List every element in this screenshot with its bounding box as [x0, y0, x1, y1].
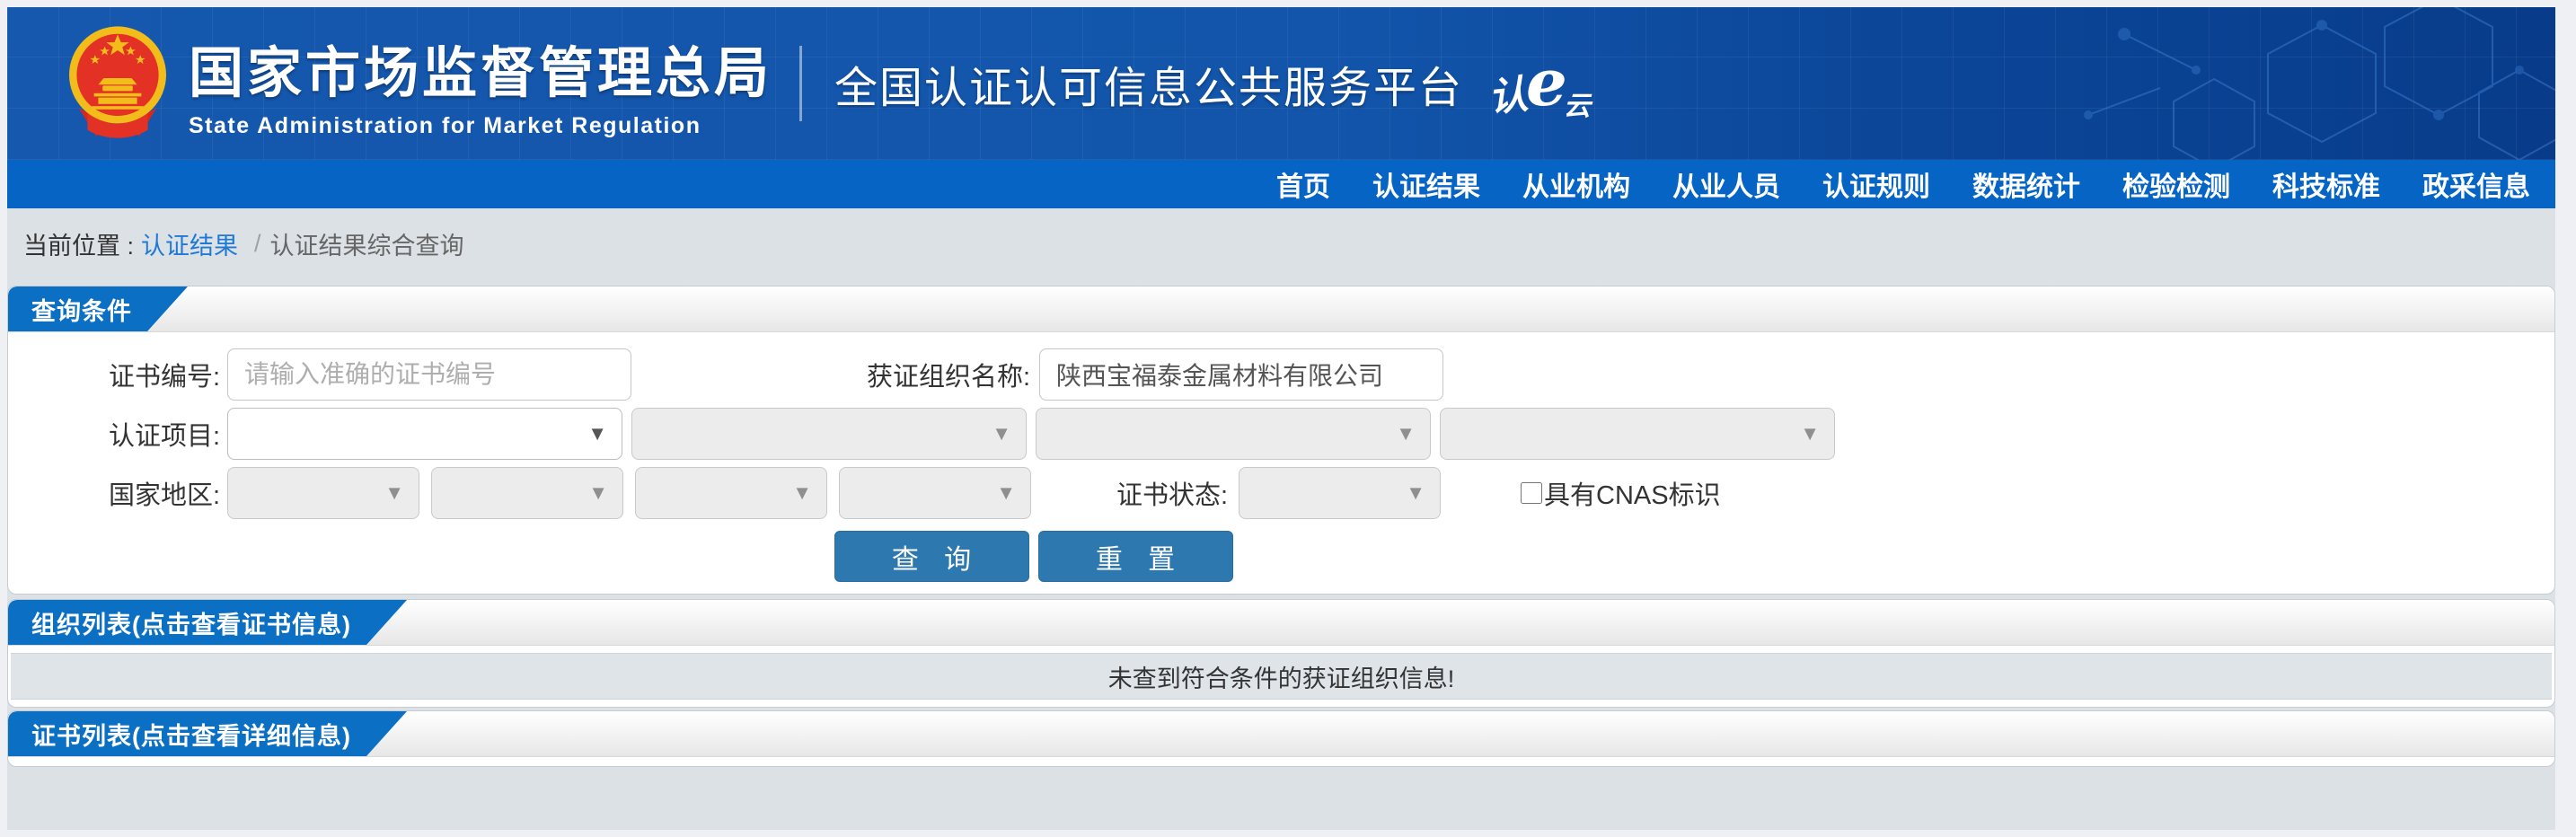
country-select-1: ▼ [227, 467, 419, 519]
hexagon-pattern-decoration [2084, 7, 2555, 160]
top-nav: 首页 认证结果 从业机构 从业人员 认证规则 数据统计 检验检测 科技标准 政采… [7, 160, 2555, 208]
nav-item-cert-results[interactable]: 认证结果 [1372, 164, 1480, 204]
site-header: 国家市场监督管理总局 State Administration for Mark… [7, 7, 2555, 160]
chevron-down-icon: ▼ [1406, 481, 1425, 504]
form-row-1: 证书编号: 获证组织名称: [8, 348, 2554, 401]
cert-project-select-3: ▼ [1036, 408, 1431, 460]
org-name-input[interactable] [1039, 348, 1443, 401]
form-button-row: 查 询 重 置 [227, 531, 1839, 582]
organization-list-panel: 组织列表(点击查看证书信息) 未查到符合条件的获证组织信息! [7, 599, 2555, 708]
query-form: 证书编号: 获证组织名称: 认证项目: ▼ ▼ ▼ ▼ 国家地区: ▼ ▼ ▼ [8, 332, 2554, 594]
main-content: 当前位置 : 认证结果 / 认证结果综合查询 查询条件 证书编号: 获证组织名称… [7, 208, 2555, 830]
org-panel-body: 未查到符合条件的获证组织信息! [8, 646, 2554, 707]
organization-list-tab: 组织列表(点击查看证书信息) [8, 600, 407, 645]
cert-status-label: 证书状态: [1116, 481, 1228, 510]
cert-panel-header: 证书列表(点击查看详细信息) [8, 711, 2554, 757]
reset-button[interactable]: 重 置 [1037, 531, 1233, 582]
breadcrumb-current: 认证结果综合查询 [269, 232, 464, 260]
platform-title: 全国认证认可信息公共服务平台 [834, 65, 1464, 112]
chevron-down-icon: ▼ [996, 481, 1016, 504]
chevron-down-icon: ▼ [587, 422, 607, 445]
nav-item-agencies[interactable]: 从业机构 [1522, 164, 1630, 204]
nav-item-home[interactable]: 首页 [1276, 164, 1330, 204]
chevron-down-icon: ▼ [588, 481, 608, 504]
ren-e-yun-logo: 认 e 云 [1486, 44, 1591, 121]
chevron-down-icon: ▼ [792, 481, 812, 504]
breadcrumb-prefix: 当前位置 : [23, 232, 135, 260]
nav-item-personnel[interactable]: 从业人员 [1672, 164, 1780, 204]
certificate-list-panel: 证书列表(点击查看详细信息) [7, 710, 2555, 767]
nav-item-procurement[interactable]: 政采信息 [2422, 164, 2530, 204]
breadcrumb-link-cert-results[interactable]: 认证结果 [141, 226, 238, 261]
brand-text: 国家市场监督管理总局 State Administration for Mark… [189, 28, 772, 139]
chevron-down-icon: ▼ [1800, 422, 1820, 445]
country-select-4: ▼ [839, 467, 1031, 519]
org-name-en: State Administration for Market Regulati… [189, 113, 701, 138]
nav-item-cert-rules[interactable]: 认证规则 [1822, 164, 1930, 204]
query-conditions-tab: 查询条件 [8, 286, 188, 331]
page: 国家市场监督管理总局 State Administration for Mark… [7, 7, 2555, 830]
logo-e: e [1526, 44, 1567, 120]
chevron-down-icon: ▼ [992, 422, 1011, 445]
breadcrumb-separator: / [254, 229, 261, 257]
country-region-label: 国家地区: [108, 481, 220, 510]
org-name-cn: 国家市场监督管理总局 [189, 42, 773, 103]
cert-panel-body [8, 757, 2554, 766]
nav-item-inspection[interactable]: 检验检测 [2122, 164, 2230, 204]
cnas-checkbox-label[interactable]: 具有CNAS标识 [1544, 474, 1721, 512]
logo-yun: 云 [1563, 92, 1591, 121]
logo-ren: 认 [1486, 72, 1531, 121]
nav-item-tech-standards[interactable]: 科技标准 [2272, 164, 2380, 204]
nav-item-statistics[interactable]: 数据统计 [1972, 164, 2080, 204]
national-emblem-icon [69, 26, 166, 138]
certificate-list-tab: 证书列表(点击查看详细信息) [8, 711, 407, 756]
brand: 国家市场监督管理总局 State Administration for Mark… [63, 24, 772, 143]
cert-no-label: 证书编号: [108, 363, 220, 392]
breadcrumb: 当前位置 : 认证结果 / 认证结果综合查询 [7, 208, 2555, 278]
org-empty-message: 未查到符合条件的获证组织信息! [11, 653, 2552, 700]
form-row-3: 国家地区: ▼ ▼ ▼ ▼ 证书状态: ▼ 具有CNAS标识 [8, 466, 2554, 520]
cnas-checkbox[interactable] [1521, 482, 1542, 504]
country-select-2: ▼ [431, 467, 623, 519]
org-name-label: 获证组织名称: [866, 363, 1030, 392]
form-row-2: 认证项目: ▼ ▼ ▼ ▼ [8, 407, 2554, 461]
header-divider [799, 46, 803, 121]
query-panel-header: 查询条件 [8, 286, 2554, 332]
cert-status-select: ▼ [1239, 467, 1441, 519]
cert-project-select-1[interactable]: ▼ [227, 408, 622, 460]
query-conditions-panel: 查询条件 证书编号: 获证组织名称: 认证项目: ▼ ▼ ▼ ▼ 国家地 [7, 286, 2555, 595]
country-select-3: ▼ [635, 467, 827, 519]
chevron-down-icon: ▼ [1396, 422, 1416, 445]
cert-project-label: 认证项目: [108, 422, 220, 451]
cert-no-input[interactable] [227, 348, 631, 401]
cert-project-select-4: ▼ [1440, 408, 1835, 460]
chevron-down-icon: ▼ [384, 481, 404, 504]
org-panel-header: 组织列表(点击查看证书信息) [8, 600, 2554, 646]
cert-project-select-2: ▼ [631, 408, 1027, 460]
cnas-checkbox-group: 具有CNAS标识 [1521, 474, 1721, 512]
query-button[interactable]: 查 询 [834, 531, 1029, 582]
